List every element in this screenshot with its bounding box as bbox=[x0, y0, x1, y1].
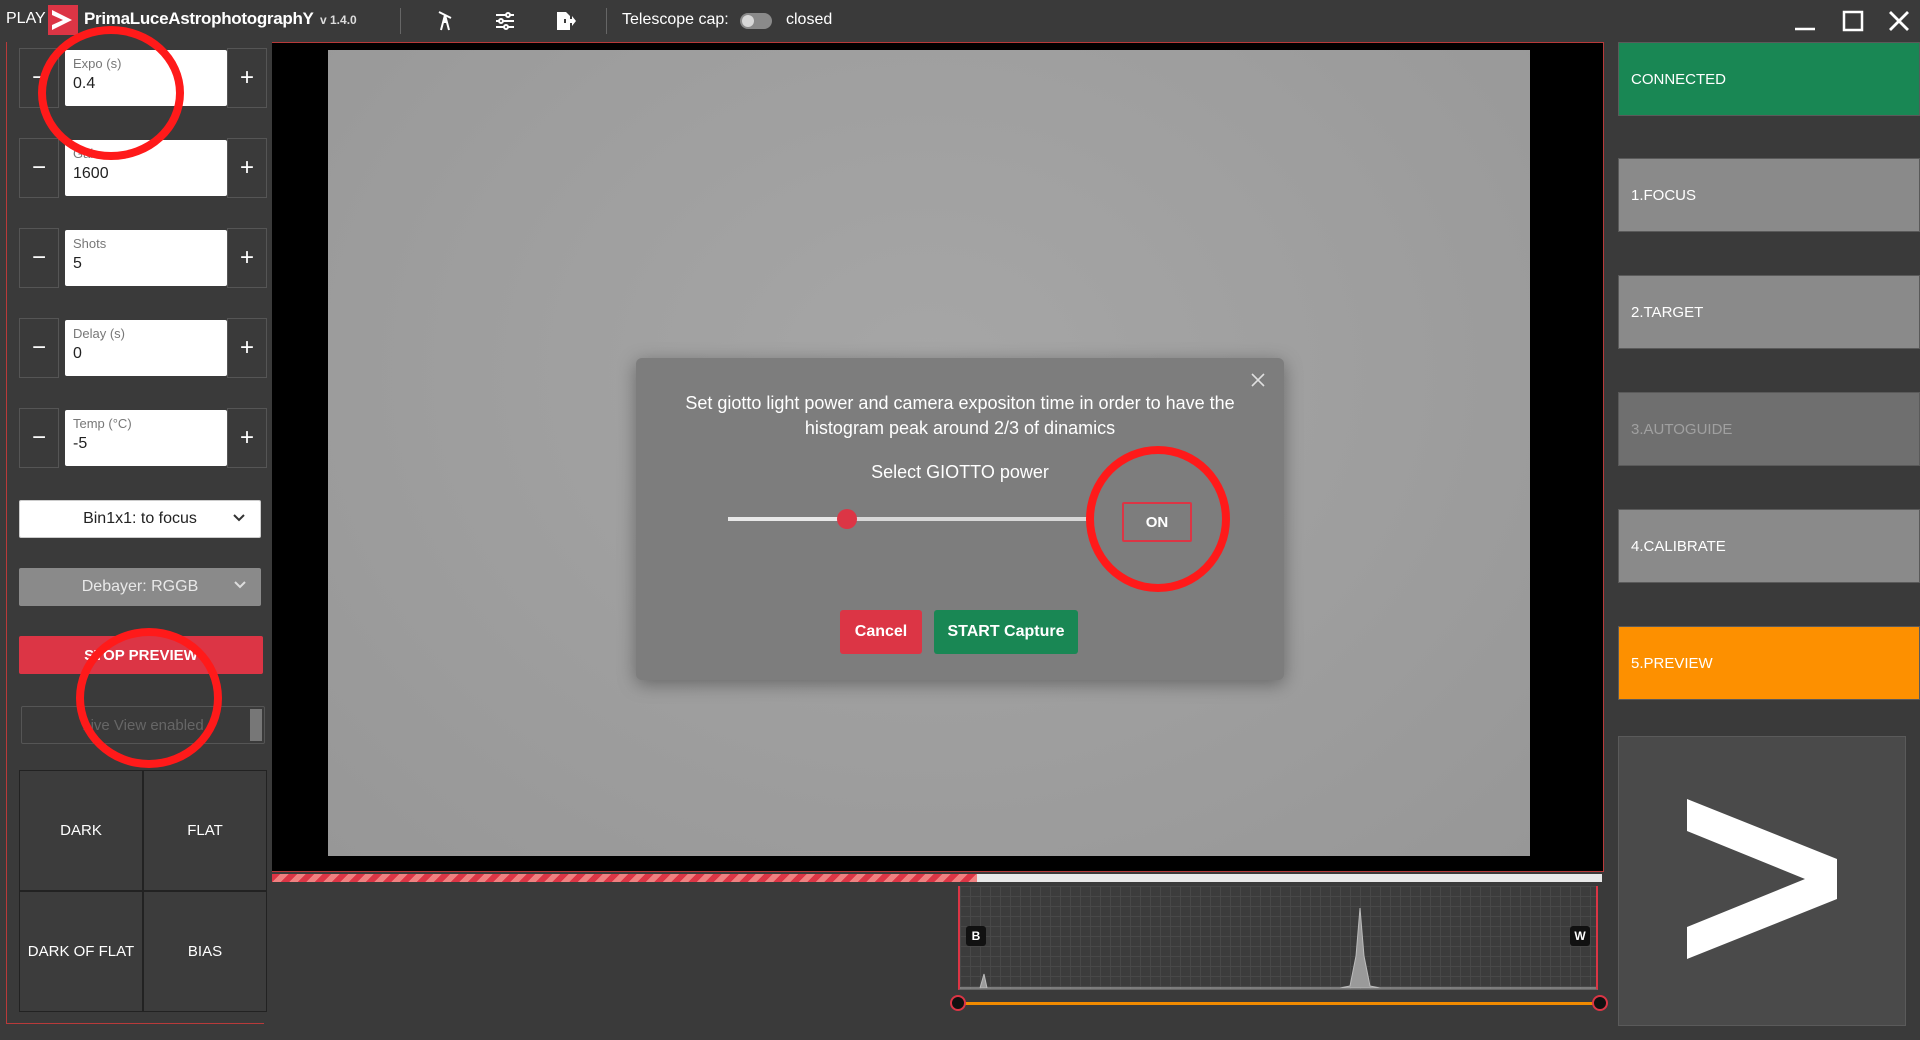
expo-field[interactable]: Expo (s) 0.4 bbox=[65, 50, 227, 106]
app-name: PrimaLuceAstrophotographY bbox=[84, 9, 314, 28]
binning-select-value: Bin1x1: to focus bbox=[83, 510, 197, 527]
cancel-button[interactable]: Cancel bbox=[840, 610, 922, 654]
expo-value[interactable]: 0.4 bbox=[73, 75, 219, 93]
telescope-cap-state: closed bbox=[786, 11, 833, 28]
capture-progress-bar bbox=[272, 874, 1602, 882]
gain-stepper: − Gain 1600 + bbox=[19, 138, 267, 198]
shots-stepper: − Shots 5 + bbox=[19, 228, 267, 288]
gain-increment-button[interactable]: + bbox=[227, 138, 267, 198]
shots-field[interactable]: Shots 5 bbox=[65, 230, 227, 286]
giotto-on-button[interactable]: ON bbox=[1122, 502, 1192, 542]
gain-field[interactable]: Gain 1600 bbox=[65, 140, 227, 196]
expo-decrement-button[interactable]: − bbox=[19, 48, 59, 108]
sliders-icon[interactable] bbox=[492, 8, 518, 34]
focus-step-button[interactable]: 1.FOCUS bbox=[1618, 158, 1920, 232]
chevron-down-icon bbox=[232, 511, 246, 530]
giotto-power-label: Select GIOTTO power bbox=[871, 462, 1049, 482]
play-label: PLAY bbox=[6, 10, 46, 27]
shots-label: Shots bbox=[73, 236, 107, 251]
divider bbox=[606, 8, 607, 34]
telescope-cap-label: Telescope cap: bbox=[622, 11, 729, 28]
shots-increment-button[interactable]: + bbox=[227, 228, 267, 288]
delay-field[interactable]: Delay (s) 0 bbox=[65, 320, 227, 376]
black-point-tag: B bbox=[966, 926, 986, 946]
giotto-power-slider[interactable] bbox=[728, 509, 1088, 529]
gain-value[interactable]: 1600 bbox=[73, 165, 219, 183]
capture-settings-panel: − Expo (s) 0.4 + − Gain 1600 + − Shots 5… bbox=[6, 42, 267, 1024]
temp-stepper: − Temp (°C) -5 + bbox=[19, 408, 267, 468]
app-logo-icon bbox=[48, 5, 78, 35]
temp-label: Temp (°C) bbox=[73, 416, 132, 431]
telescope-icon[interactable] bbox=[432, 8, 458, 34]
next-step-button[interactable] bbox=[1618, 736, 1906, 1026]
giotto-power-dialog: Set giotto light power and camera exposi… bbox=[636, 358, 1284, 680]
title-bar: PLAY PrimaLuceAstrophotographY v 1.4.0 T… bbox=[0, 0, 1920, 42]
app-version: v 1.4.0 bbox=[320, 13, 357, 27]
temp-field[interactable]: Temp (°C) -5 bbox=[65, 410, 227, 466]
live-view-toggle[interactable]: Live View enabled bbox=[21, 706, 265, 744]
calibrate-step-button[interactable]: 4.CALIBRATE bbox=[1618, 509, 1920, 583]
maximize-icon[interactable] bbox=[1836, 6, 1870, 36]
white-point-tag: W bbox=[1570, 926, 1590, 946]
chevron-down-icon bbox=[233, 578, 247, 597]
white-point-handle[interactable] bbox=[1592, 995, 1608, 1011]
giotto-power-thumb[interactable] bbox=[836, 509, 857, 529]
app-window: PLAY PrimaLuceAstrophotographY v 1.4.0 T… bbox=[0, 0, 1920, 1040]
chevron-right-icon bbox=[1687, 798, 1837, 964]
delay-value[interactable]: 0 bbox=[73, 345, 219, 363]
connected-step-button[interactable]: CONNECTED bbox=[1618, 42, 1920, 116]
temp-increment-button[interactable]: + bbox=[227, 408, 267, 468]
workflow-steps-panel: CONNECTED 1.FOCUS 2.TARGET 3.AUTOGUIDE 4… bbox=[1614, 42, 1920, 1040]
minimize-icon[interactable] bbox=[1788, 6, 1822, 36]
expo-increment-button[interactable]: + bbox=[227, 48, 267, 108]
dialog-message: Set giotto light power and camera exposi… bbox=[685, 393, 1235, 438]
delay-decrement-button[interactable]: − bbox=[19, 318, 59, 378]
delay-increment-button[interactable]: + bbox=[227, 318, 267, 378]
target-step-button[interactable]: 2.TARGET bbox=[1618, 275, 1920, 349]
dark-of-flat-button[interactable]: DARK OF FLAT bbox=[20, 892, 142, 1011]
histogram-curve bbox=[960, 907, 1596, 989]
calibration-frames-grid: DARK FLAT DARK OF FLAT BIAS bbox=[19, 770, 267, 1012]
flat-button[interactable]: FLAT bbox=[144, 771, 266, 890]
gain-decrement-button[interactable]: − bbox=[19, 138, 59, 198]
preview-step-button[interactable]: 5.PREVIEW bbox=[1618, 626, 1920, 700]
close-icon[interactable] bbox=[1248, 370, 1268, 390]
expo-label: Expo (s) bbox=[73, 56, 122, 71]
black-point-handle[interactable] bbox=[950, 995, 966, 1011]
export-icon[interactable] bbox=[552, 8, 578, 34]
live-view-label: Live View enabled bbox=[82, 716, 204, 734]
temp-decrement-button[interactable]: − bbox=[19, 408, 59, 468]
divider bbox=[400, 8, 401, 34]
gain-label: Gain bbox=[73, 146, 101, 161]
dark-button[interactable]: DARK bbox=[20, 771, 142, 890]
delay-stepper: − Delay (s) 0 + bbox=[19, 318, 267, 378]
start-capture-button[interactable]: START Capture bbox=[934, 610, 1078, 654]
autoguide-step-button[interactable]: 3.AUTOGUIDE bbox=[1618, 392, 1920, 466]
shots-decrement-button[interactable]: − bbox=[19, 228, 59, 288]
bias-button[interactable]: BIAS bbox=[144, 892, 266, 1011]
histogram-range-slider[interactable] bbox=[958, 1002, 1600, 1005]
expo-stepper: − Expo (s) 0.4 + bbox=[19, 48, 267, 108]
stop-preview-button[interactable]: STOP PREVIEW bbox=[19, 636, 263, 674]
binning-select[interactable]: Bin1x1: to focus bbox=[19, 500, 261, 538]
live-view-knob bbox=[250, 709, 262, 741]
histogram: B W bbox=[958, 886, 1598, 990]
delay-label: Delay (s) bbox=[73, 326, 126, 341]
telescope-cap-toggle[interactable] bbox=[740, 13, 772, 29]
giotto-power-fill bbox=[728, 517, 847, 521]
capture-progress-fill bbox=[272, 874, 977, 882]
debayer-select[interactable]: Debayer: RGGB bbox=[19, 568, 261, 606]
shots-value[interactable]: 5 bbox=[73, 255, 219, 273]
debayer-select-value: Debayer: RGGB bbox=[81, 578, 199, 595]
temp-value[interactable]: -5 bbox=[73, 435, 219, 453]
close-icon[interactable] bbox=[1882, 6, 1916, 36]
